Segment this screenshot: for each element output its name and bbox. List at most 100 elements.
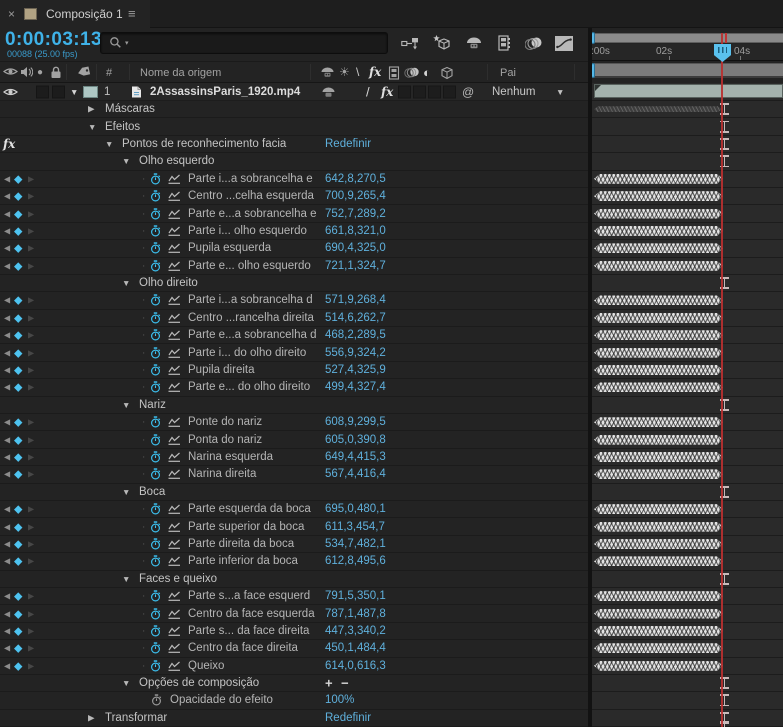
keyframes-band[interactable] [594,382,723,392]
frame-blend-icon[interactable] [388,66,400,80]
property-value[interactable]: 700,9,265,4 [325,190,386,202]
stopwatch-icon[interactable] [150,260,161,272]
keyframes-band[interactable] [594,556,723,566]
quality-icon[interactable]: \ [356,65,359,79]
prev-keyframe-icon[interactable]: ◀ [4,418,10,427]
keyframes-band[interactable] [594,313,723,323]
disclosure-triangle[interactable]: ▶ [88,104,95,115]
keyframes-band[interactable] [594,365,723,375]
group-row[interactable]: ▼ Boca [0,483,783,501]
property-value[interactable]: 787,1,487,8 [325,608,386,620]
property-row[interactable]: ◀ ◆ ▶ · Pupila direita 527,4,325,9 [0,361,783,380]
property-row[interactable]: ◀ ◆ ▶ · Parte i... do olho direito 556,9,324,… [0,344,783,362]
prev-keyframe-icon[interactable]: ◀ [4,435,10,444]
property-name[interactable]: Parte i... olho esquerdo [188,225,307,237]
property-value[interactable]: 608,9,299,5 [325,416,386,428]
keyframe-diamond-icon[interactable]: ◆ [14,207,22,220]
keyframe-diamond-icon[interactable]: ◆ [14,242,22,255]
switch-cell[interactable] [398,85,411,98]
graph-toggle-icon[interactable] [168,608,181,619]
group-row[interactable]: ▼ Olho direito [0,274,783,293]
property-name[interactable]: Pupila direita [188,364,254,376]
graph-toggle-icon[interactable] [168,417,181,428]
column-source-name[interactable]: Nome da origem [140,67,221,79]
prev-keyframe-icon[interactable]: ◀ [4,313,10,322]
property-name[interactable]: Queixo [188,660,224,672]
property-value[interactable]: 450,1,484,4 [325,642,386,654]
group-label[interactable]: Nariz [139,399,166,411]
keyframe-diamond-icon[interactable]: ◆ [14,659,22,672]
keyframes-band[interactable] [594,191,723,201]
group-row[interactable]: ▼ Olho esquerdo [0,153,783,171]
parent-dropdown[interactable]: Nenhum [492,86,535,98]
keyframes-band[interactable] [594,643,723,653]
stopwatch-icon[interactable] [150,381,161,393]
property-row[interactable]: ◀ ◆ ▶ · Centro ...rancelha direita 514,6,262,… [0,309,783,328]
timeline-navigator-bar[interactable] [590,33,783,43]
keyframe-diamond-icon[interactable]: ◆ [14,224,22,237]
prev-keyframe-icon[interactable]: ◀ [4,226,10,235]
reset-link[interactable]: Redefinir [325,138,371,150]
property-name[interactable]: Narina esquerda [188,451,273,463]
panel-divider[interactable] [588,28,592,727]
property-row[interactable]: ◀ ◆ ▶ · Centro da face esquerda 787,1,487,8 [0,605,783,623]
property-value[interactable]: 695,0,480,1 [325,503,386,515]
keyframe-diamond-icon[interactable]: ◆ [14,642,22,655]
property-row[interactable]: ◀ ◆ ▶ · Parte e...a sobrancelha e 752,7,289,2 [0,205,783,223]
keyframes-band[interactable] [594,469,723,479]
next-keyframe-icon[interactable]: ▶ [28,226,34,235]
next-keyframe-icon[interactable]: ▶ [28,505,34,514]
prev-keyframe-icon[interactable]: ◀ [4,174,10,183]
property-value[interactable]: 499,4,327,4 [325,381,386,393]
search-options-caret-icon[interactable]: ▾ [125,39,129,47]
property-value[interactable]: 614,0,616,3 [325,660,386,672]
property-row[interactable]: ◀ ◆ ▶ · Parte direita da boca 534,7,482,1 [0,535,783,554]
stopwatch-icon[interactable] [150,294,161,306]
property-row[interactable]: ◀ ◆ ▶ · Parte inferior da boca 612,8,495,6 [0,553,783,571]
property-name[interactable]: Centro da face direita [188,642,298,654]
property-value[interactable]: 611,3,454,7 [325,521,385,533]
keyframe-diamond-icon[interactable]: ◆ [14,329,22,342]
keyframe-diamond-icon[interactable]: ◆ [14,172,22,185]
graph-toggle-icon[interactable] [168,469,181,480]
next-keyframe-icon[interactable]: ▶ [28,418,34,427]
graph-toggle-icon[interactable] [168,434,181,445]
current-time-display[interactable]: 0:00:03:13 [5,29,102,51]
keyframes-band[interactable] [594,295,723,305]
switch-cell[interactable] [413,85,426,98]
next-keyframe-icon[interactable]: ▶ [28,435,34,444]
next-keyframe-icon[interactable]: ▶ [28,592,34,601]
property-row[interactable]: ◀ ◆ ▶ · Narina direita 567,4,416,4 [0,466,783,484]
lock-icon[interactable] [50,66,62,79]
prev-keyframe-icon[interactable]: ◀ [4,296,10,305]
graph-toggle-icon[interactable] [168,295,181,306]
disclosure-triangle[interactable]: ▼ [122,678,130,688]
video-eye-icon[interactable] [3,66,18,77]
disclosure-triangle[interactable]: ▼ [122,400,130,410]
keyframes-band[interactable] [594,626,723,636]
property-value[interactable]: 690,4,325,0 [325,242,386,254]
reset-link[interactable]: Redefinir [325,712,371,724]
composition-tab[interactable]: × Composição 1 ≡ [0,0,150,28]
stopwatch-icon[interactable] [150,364,161,376]
next-keyframe-icon[interactable]: ▶ [28,470,34,479]
property-row[interactable]: ◀ ◆ ▶ · Ponta do nariz 605,0,390,8 [0,431,783,449]
prev-keyframe-icon[interactable]: ◀ [4,331,10,340]
next-keyframe-icon[interactable]: ▶ [28,609,34,618]
graph-toggle-icon[interactable] [168,225,181,236]
property-value[interactable]: 721,1,324,7 [325,260,386,272]
next-keyframe-icon[interactable]: ▶ [28,626,34,635]
next-keyframe-icon[interactable]: ▶ [28,313,34,322]
prev-keyframe-icon[interactable]: ◀ [4,348,10,357]
property-name[interactable]: Parte i... do olho direito [188,347,306,359]
keyframes-band[interactable] [594,661,723,671]
keyframes-band[interactable] [594,226,723,236]
property-row[interactable]: ◀ ◆ ▶ · Centro ...celha esquerda 700,9,265,4 [0,187,783,206]
prev-keyframe-icon[interactable]: ◀ [4,192,10,201]
keyframe-diamond-icon[interactable]: ◆ [14,433,22,446]
disclosure-triangle[interactable]: ▼ [88,122,96,132]
graph-toggle-icon[interactable] [168,260,181,271]
keyframe-diamond-icon[interactable]: ◆ [14,190,22,203]
prev-keyframe-icon[interactable]: ◀ [4,366,10,375]
next-keyframe-icon[interactable]: ▶ [28,366,34,375]
